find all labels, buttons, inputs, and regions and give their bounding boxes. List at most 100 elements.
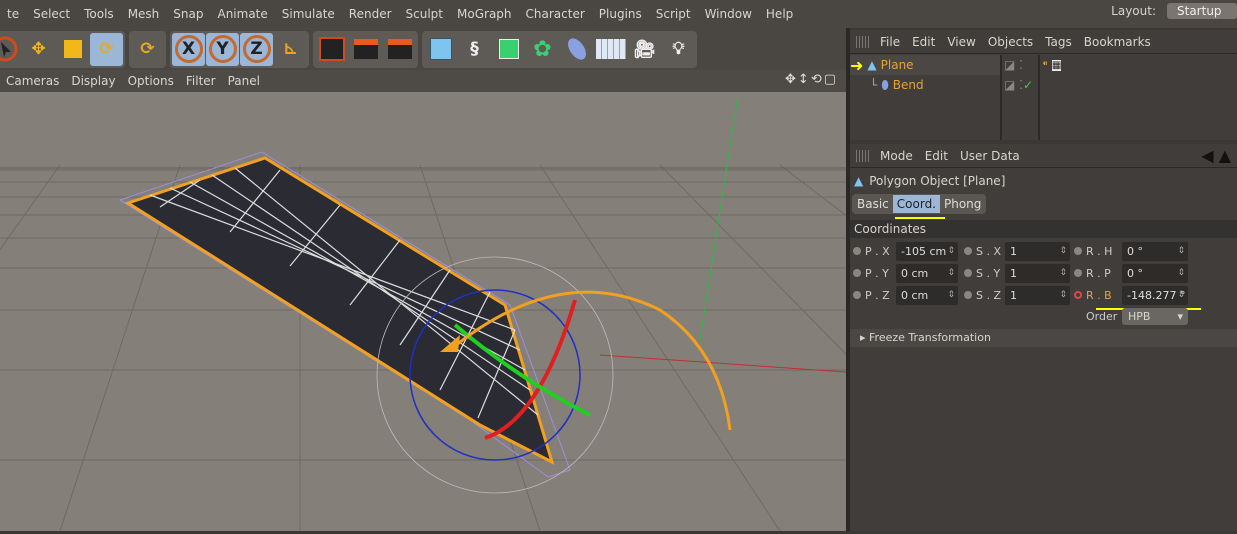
menu-render[interactable]: Render [342,7,399,21]
subdivision-surface-icon[interactable] [492,33,525,66]
recent-tool-icon[interactable]: ⟳ [131,33,164,66]
section-coordinates: Coordinates [850,220,1237,238]
visibility-toggle-plane[interactable]: ◪ ⁚ [1004,58,1023,72]
field-py[interactable]: 0 cm [896,264,958,283]
label-sz: S . Z [964,286,1001,305]
menu-sculpt[interactable]: Sculpt [399,7,450,21]
menu-script[interactable]: Script [649,7,698,21]
field-px[interactable]: -105 cm [896,242,958,261]
render-settings-icon[interactable] [383,33,416,66]
tab-basic[interactable]: Basic [853,195,893,213]
polygon-object-icon: ▲ [854,174,864,188]
floor-icon[interactable] [594,33,627,66]
scale-tool-icon[interactable] [56,33,89,66]
x-axis-lock-button[interactable]: X [172,32,205,66]
object-row-bend[interactable]: └ ⬮ Bend [870,75,924,95]
menu-simulate[interactable]: Simulate [275,7,342,21]
viewport-nav-icons[interactable]: ✥↕⟲▢ [785,72,838,87]
object-manager: File Edit View Objects Tags Bookmarks ➜ … [850,30,1237,140]
om-menu-file[interactable]: File [874,35,906,49]
freeze-label: Freeze Transformation [869,331,991,344]
object-row-plane[interactable]: ➜ ▲ Plane [850,55,914,75]
y-axis-lock-button[interactable]: Y [206,32,239,66]
cube-icon[interactable] [424,33,457,66]
layout-label: Layout: [1111,4,1156,18]
yellow-arrow-annotation: ➜ [850,55,864,75]
main-menu: te Select Tools Mesh Snap Animate Simula… [0,0,1237,28]
label-rh: R . H [1074,242,1112,261]
spline-pen-icon[interactable]: § [458,33,491,66]
cloner-icon[interactable]: ✿ [526,33,559,66]
menu-help[interactable]: Help [759,7,800,21]
menu-snap[interactable]: Snap [166,7,210,21]
deformer-icon[interactable] [560,33,593,66]
field-rp[interactable]: 0 ° [1122,264,1188,283]
menu-window[interactable]: Window [698,7,759,21]
tag-icons[interactable]: ⁌ ▦ [1042,57,1062,71]
om-menu-objects[interactable]: Objects [982,35,1039,49]
am-menu-userdata[interactable]: User Data [954,149,1026,163]
om-menu-edit[interactable]: Edit [906,35,941,49]
viewport-scene [0,94,1237,532]
field-pz[interactable]: 0 cm [896,286,958,305]
om-menu-tags[interactable]: Tags [1039,35,1078,49]
viewport-menu: Cameras Display Options Filter Panel ✥↕⟲… [0,70,846,92]
om-menu-bookmarks[interactable]: Bookmarks [1078,35,1157,49]
viewport-menu-filter[interactable]: Filter [180,74,222,88]
y-label: Y [208,35,237,63]
x-label: X [174,35,203,63]
layout-dropdown[interactable]: Startup [1167,3,1237,19]
bend-deformer-icon: ⬮ [881,77,889,92]
menu-character[interactable]: Character [519,7,592,21]
visibility-toggle-bend[interactable]: ◪ ⁚✓ [1004,78,1033,92]
tab-coord[interactable]: Coord. [892,195,940,213]
menu-tools[interactable]: Tools [77,7,121,21]
field-sz[interactable]: 1 [1005,286,1070,305]
enabled-check-icon[interactable]: ✓ [1023,78,1033,92]
freeze-transformation-group[interactable]: ▸ Freeze Transformation [850,329,1237,347]
move-tool-icon[interactable]: ✥ [22,33,55,66]
label-sy: S . Y [964,264,1000,283]
chevron-down-icon: ▾ [1177,310,1183,323]
grip-icon[interactable] [856,35,870,48]
order-value: HPB [1128,310,1151,323]
render-view-icon[interactable] [315,33,348,66]
viewport-menu-options[interactable]: Options [122,74,180,88]
field-sx[interactable]: 1 [1005,242,1070,261]
field-rh[interactable]: 0 ° [1122,242,1188,261]
menu-mograph[interactable]: MoGraph [450,7,519,21]
z-axis-lock-button[interactable]: Z [240,32,273,66]
3d-viewport[interactable] [0,92,1237,532]
menu-plugins[interactable]: Plugins [592,7,649,21]
select-tool-icon[interactable] [0,33,21,66]
y-axis-line [699,94,739,341]
label-py: P . Y [853,264,889,283]
x-axis-line [599,354,847,373]
order-dropdown[interactable]: HPB ▾ [1122,308,1188,325]
render-picture-viewer-icon[interactable] [349,33,382,66]
menu-create[interactable]: te [0,7,26,21]
label-sx: S . X [964,242,1001,261]
am-menu-mode[interactable]: Mode [874,149,919,163]
menu-select[interactable]: Select [26,7,77,21]
menu-animate[interactable]: Animate [210,7,274,21]
viewport-menu-display[interactable]: Display [65,74,121,88]
viewport-menu-cameras[interactable]: Cameras [0,74,65,88]
tab-phong[interactable]: Phong [940,195,985,213]
layout-selector: Layout: Startup [1104,3,1237,19]
am-menu-edit[interactable]: Edit [919,149,954,163]
menu-mesh[interactable]: Mesh [121,7,167,21]
light-icon[interactable]: 💡︎ [662,33,695,66]
viewport-menu-panel[interactable]: Panel [222,74,266,88]
rotate-tool-icon[interactable]: ⟳ [90,32,123,66]
object-name-plane[interactable]: Plane [881,58,914,72]
nav-back-icon[interactable]: ◀ ▲ [1195,146,1237,165]
coordinate-system-icon[interactable]: ⊾ [274,33,307,66]
grip-icon[interactable] [856,149,870,162]
camera-icon[interactable]: 🎥︎ [628,33,661,66]
field-rb[interactable]: -148.277 ° [1122,286,1188,305]
om-menu-view[interactable]: View [941,35,981,49]
object-name-bend[interactable]: Bend [893,78,924,92]
field-sy[interactable]: 1 [1005,264,1070,283]
polygon-icon: ▲ [867,58,877,72]
